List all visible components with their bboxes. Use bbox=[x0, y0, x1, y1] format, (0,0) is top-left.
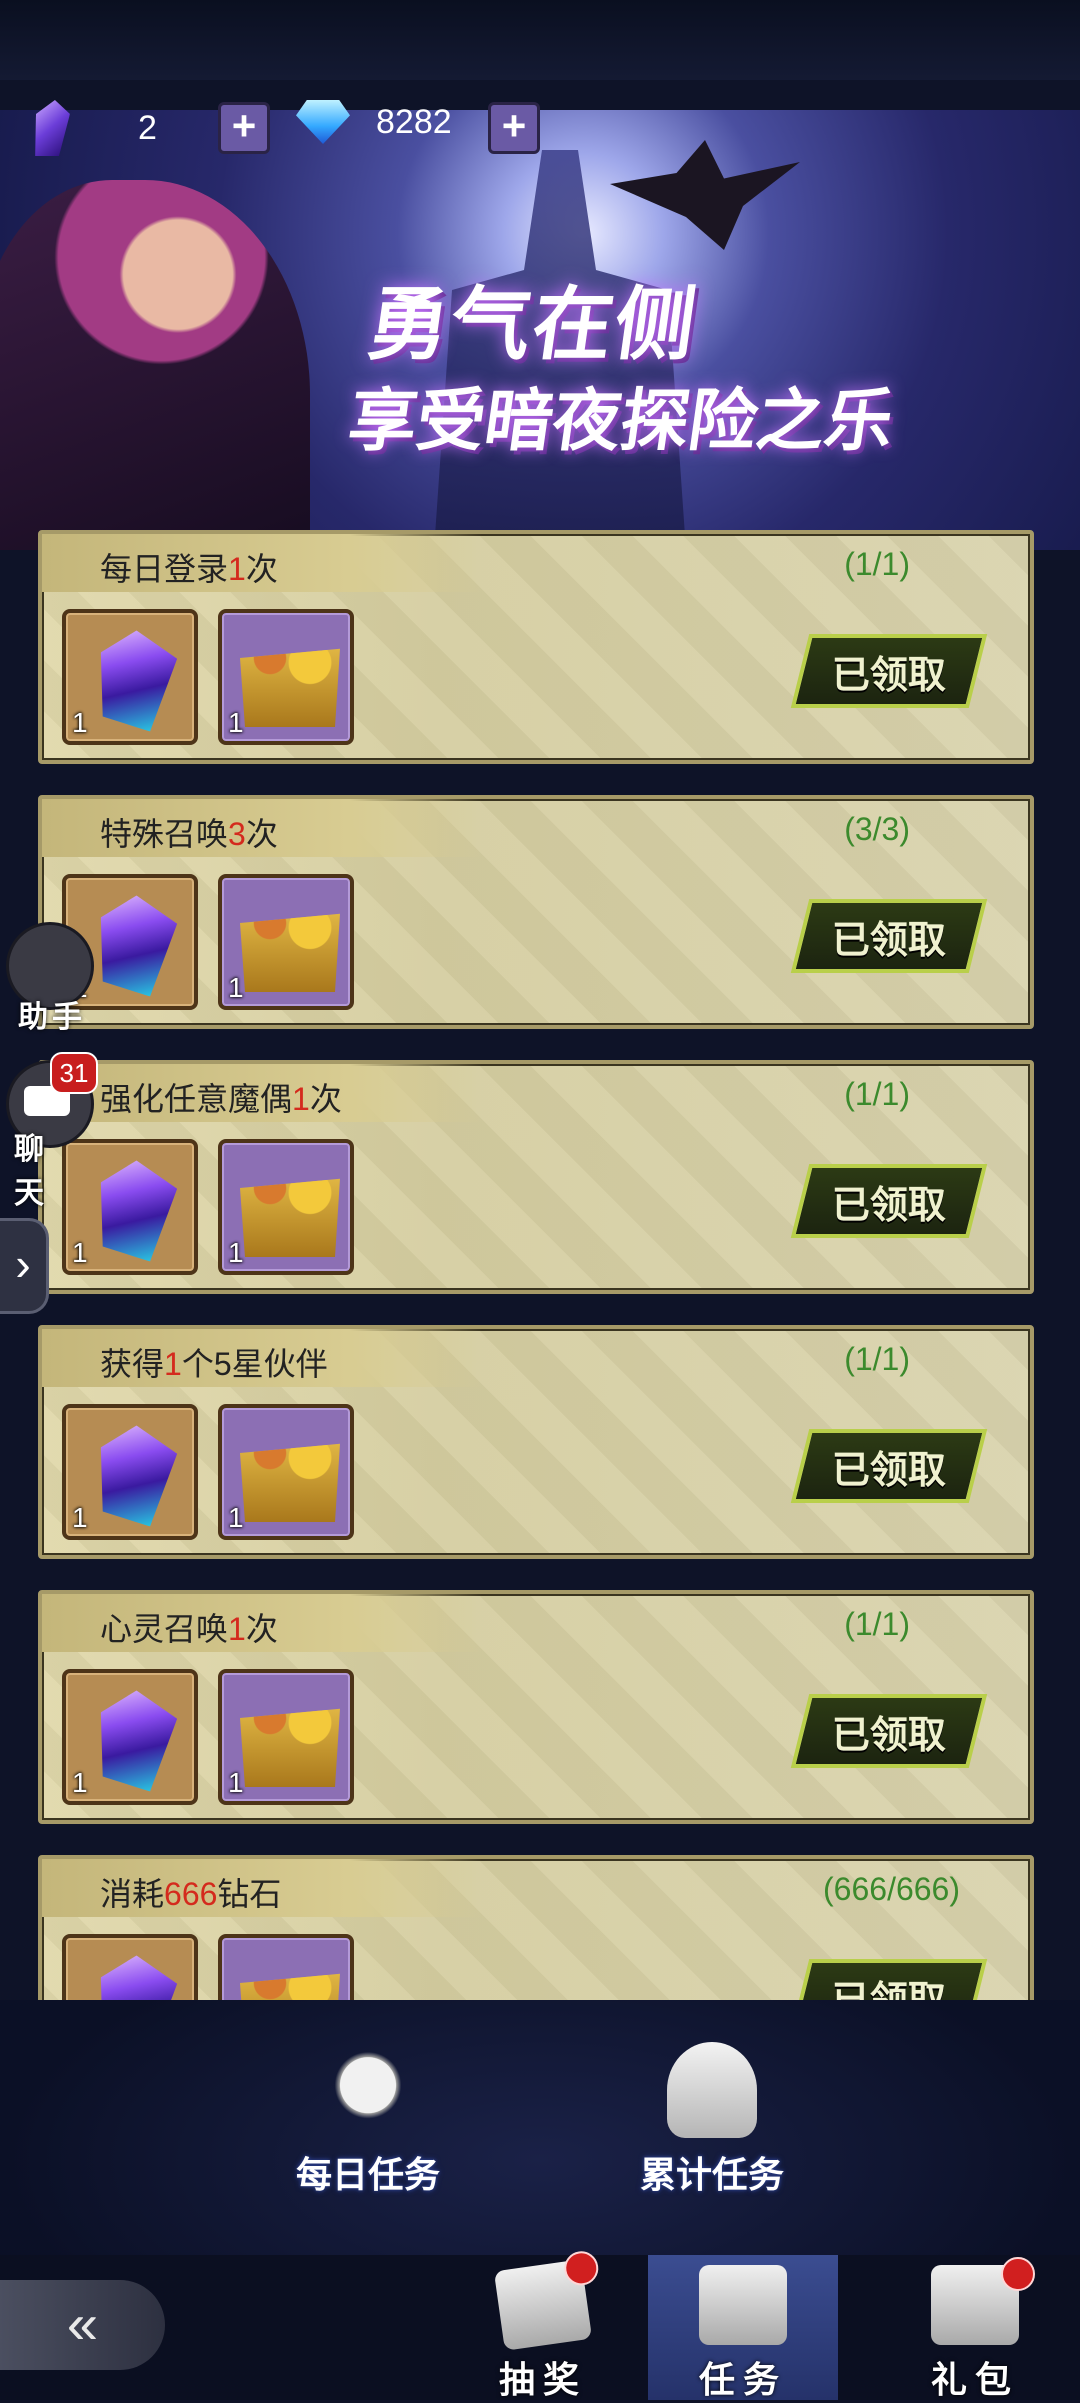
banner-subtitle: 享受暗夜探险之乐 bbox=[343, 383, 899, 459]
cards-icon bbox=[493, 2249, 601, 2351]
purple-crystal-icon bbox=[87, 624, 181, 734]
task-progress: (1/1) bbox=[844, 1606, 910, 1642]
reward-quantity: 1 bbox=[228, 972, 244, 1003]
task-title: 消耗666钻石 bbox=[100, 1876, 282, 1912]
diamond-counter: 8282 bbox=[296, 100, 452, 144]
ghost-icon bbox=[667, 2042, 757, 2138]
task-progress: (1/1) bbox=[844, 1341, 910, 1377]
task-card: 特殊召唤3次 (3/3) 1 1 已领取 bbox=[38, 795, 1034, 1029]
task-card: 心灵召唤1次 (1/1) 1 1 已领取 bbox=[38, 1590, 1034, 1824]
nav-gift-pack-label: 礼包 bbox=[930, 2359, 1019, 2400]
task-progress: (1/1) bbox=[844, 546, 910, 582]
task-progress: (1/1) bbox=[844, 1076, 910, 1112]
tab-cumulative-tasks[interactable]: 累计任务 bbox=[612, 2030, 812, 2200]
add-diamond-button[interactable]: + bbox=[488, 102, 540, 154]
treasure-box-icon bbox=[240, 1443, 340, 1522]
task-card: 强化任意魔偶1次 (1/1) 1 1 已领取 bbox=[38, 1060, 1034, 1294]
back-button[interactable]: « bbox=[0, 2280, 165, 2370]
tab-daily-tasks-label: 每日任务 bbox=[295, 2154, 440, 2195]
chat-button[interactable]: 31 聊 天 bbox=[6, 1052, 98, 1210]
treasure-box-icon bbox=[240, 1708, 340, 1787]
expand-arrow-button[interactable]: › bbox=[0, 1218, 49, 1314]
task-title: 获得1个5星伙伴 bbox=[100, 1346, 328, 1382]
character-illustration bbox=[0, 180, 310, 550]
task-list[interactable]: 每日登录1次 (1/1) 1 1 已领取 特殊召唤3次 (3/3) 1 1 已领… bbox=[38, 530, 1034, 2010]
chat-label: 聊 天 bbox=[14, 1133, 52, 1210]
claimed-button[interactable]: 已领取 bbox=[790, 899, 988, 973]
nav-lottery-label: 抽奖 bbox=[498, 2359, 587, 2400]
nav-gift-pack[interactable]: 礼包 bbox=[880, 2255, 1070, 2400]
reward-crystal[interactable]: 1 bbox=[62, 1669, 198, 1805]
scroll-icon bbox=[699, 2265, 787, 2345]
treasure-box-icon bbox=[240, 648, 340, 727]
banner-title: 勇气在侧 bbox=[362, 280, 704, 369]
reward-crystal[interactable]: 1 bbox=[62, 1404, 198, 1540]
reward-quantity: 1 bbox=[228, 1502, 244, 1533]
reward-quantity: 1 bbox=[72, 1767, 88, 1798]
purple-crystal-icon bbox=[87, 1684, 181, 1794]
notification-dot bbox=[562, 2249, 601, 2288]
pumpkin-icon bbox=[323, 2042, 413, 2138]
reward-treasure-box[interactable]: 1 bbox=[218, 1669, 354, 1805]
reward-quantity: 1 bbox=[228, 1237, 244, 1268]
top-frame bbox=[0, 0, 1080, 80]
diamond-value: 8282 bbox=[376, 102, 452, 141]
add-crystal-button[interactable]: + bbox=[218, 102, 270, 154]
nav-tasks[interactable]: 任务 bbox=[648, 2255, 838, 2400]
claimed-button[interactable]: 已领取 bbox=[790, 634, 988, 708]
purple-crystal-icon bbox=[87, 1154, 181, 1264]
treasure-box-icon bbox=[240, 1178, 340, 1257]
task-card: 获得1个5星伙伴 (1/1) 1 1 已领取 bbox=[38, 1325, 1034, 1559]
reward-quantity: 1 bbox=[72, 1237, 88, 1268]
task-card: 消耗666钻石 (666/666) 1 1 已领取 bbox=[38, 1855, 1034, 2010]
claimed-button[interactable]: 已领取 bbox=[790, 1694, 988, 1768]
reward-quantity: 1 bbox=[72, 707, 88, 738]
reward-quantity: 1 bbox=[72, 1502, 88, 1533]
nav-lottery[interactable]: 抽奖 bbox=[448, 2249, 638, 2400]
nav-tasks-label: 任务 bbox=[698, 2359, 787, 2400]
assistant-label: 助手 bbox=[18, 1001, 86, 1034]
reward-quantity: 1 bbox=[228, 707, 244, 738]
reward-treasure-box[interactable]: 1 bbox=[218, 1139, 354, 1275]
event-banner: 勇气在侧 享受暗夜探险之乐 bbox=[0, 110, 1080, 550]
task-card: 每日登录1次 (1/1) 1 1 已领取 bbox=[38, 530, 1034, 764]
reward-treasure-box[interactable]: 1 bbox=[218, 1934, 354, 2010]
reward-treasure-box[interactable]: 1 bbox=[218, 874, 354, 1010]
reward-treasure-box[interactable]: 1 bbox=[218, 1404, 354, 1540]
notification-dot bbox=[1001, 2257, 1035, 2291]
reward-crystal[interactable]: 1 bbox=[62, 609, 198, 745]
tab-cumulative-tasks-label: 累计任务 bbox=[639, 2154, 784, 2195]
task-progress: (3/3) bbox=[844, 811, 910, 847]
crystal-counter: 2 bbox=[34, 100, 157, 156]
reward-treasure-box[interactable]: 1 bbox=[218, 609, 354, 745]
reward-quantity: 1 bbox=[228, 1767, 244, 1798]
chat-unread-badge: 31 bbox=[50, 1052, 98, 1094]
task-title: 每日登录1次 bbox=[100, 551, 278, 587]
crystal-value: 2 bbox=[138, 108, 157, 147]
claimed-button[interactable]: 已领取 bbox=[790, 1164, 988, 1238]
diamond-icon bbox=[296, 100, 350, 144]
claimed-button[interactable]: 已领取 bbox=[790, 1429, 988, 1503]
task-progress: (666/666) bbox=[823, 1871, 960, 1907]
task-title: 特殊召唤3次 bbox=[100, 816, 278, 852]
purple-crystal-icon bbox=[87, 889, 181, 999]
tab-daily-tasks[interactable]: 每日任务 bbox=[268, 2030, 468, 2200]
task-title: 心灵召唤1次 bbox=[100, 1611, 278, 1647]
purple-crystal-icon bbox=[87, 1419, 181, 1529]
purple-crystal-icon bbox=[30, 100, 72, 156]
bottom-nav: « 抽奖 任务 礼包 bbox=[0, 2249, 1080, 2400]
reward-crystal[interactable]: 1 bbox=[62, 1934, 198, 2010]
resource-bar: 2 + 8282 + bbox=[0, 80, 1080, 170]
task-title: 强化任意魔偶1次 bbox=[100, 1081, 342, 1117]
assistant-button[interactable]: 助手 bbox=[6, 922, 94, 1034]
task-tabs: 每日任务 累计任务 bbox=[0, 2030, 1080, 2210]
gift-icon bbox=[931, 2257, 1035, 2345]
treasure-box-icon bbox=[240, 913, 340, 992]
